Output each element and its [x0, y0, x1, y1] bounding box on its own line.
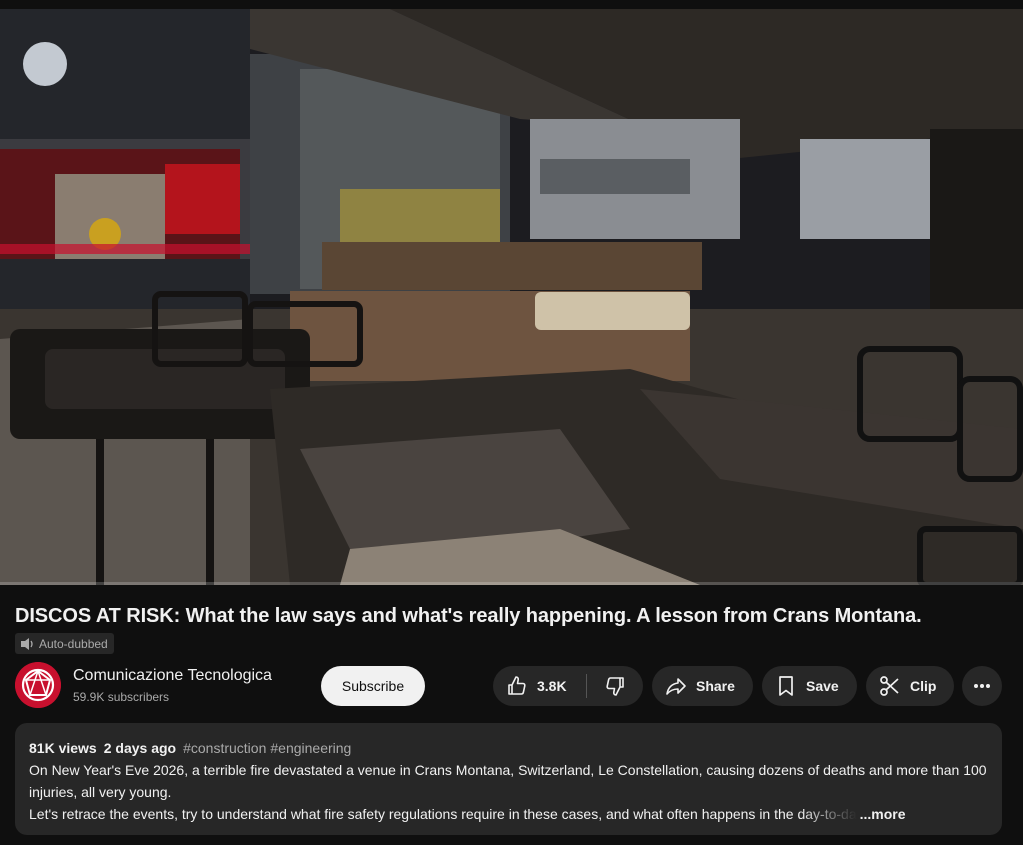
- player-top-bar: [0, 0, 1023, 9]
- channel-avatar[interactable]: [15, 662, 61, 708]
- share-icon: [666, 678, 686, 695]
- description-box[interactable]: 81K views 2 days ago #construction #engi…: [15, 723, 1002, 835]
- upload-date: 2 days ago: [103, 740, 177, 756]
- dub-icon: [21, 637, 33, 650]
- like-dislike-group: 3.8K: [493, 666, 643, 706]
- video-player[interactable]: [0, 0, 1023, 585]
- clip-button[interactable]: Clip: [866, 666, 954, 706]
- like-button[interactable]: 3.8K: [493, 666, 586, 706]
- show-more-link[interactable]: ...more: [860, 803, 906, 825]
- thumbs-up-icon: [508, 676, 526, 695]
- channel-name[interactable]: Comunicazione Tecnologica: [73, 667, 272, 685]
- description-meta: 81K views 2 days ago #construction #engi…: [29, 737, 988, 759]
- hashtag-link[interactable]: #engineering: [270, 737, 351, 759]
- bookmark-icon: [779, 676, 793, 696]
- video-frame[interactable]: [0, 9, 1023, 585]
- share-button[interactable]: Share: [652, 666, 753, 706]
- view-count: 81K views: [29, 740, 97, 756]
- more-horizontal-icon: [974, 684, 990, 688]
- hashtags: #construction #engineering: [183, 737, 351, 759]
- hashtag-link[interactable]: #construction: [183, 737, 266, 759]
- channel-logo-icon: [15, 662, 61, 708]
- save-button[interactable]: Save: [762, 666, 857, 706]
- save-label: Save: [806, 678, 839, 694]
- clip-label: Clip: [910, 678, 937, 694]
- subscriber-count: 59.9K subscribers: [73, 690, 170, 704]
- more-actions-button[interactable]: [962, 666, 1002, 706]
- progress-bar[interactable]: [0, 582, 1023, 585]
- description-text: On New Year's Eve 2026, a terrible fire …: [29, 762, 987, 800]
- description-text-continued: Let's retrace the events, try to underst…: [29, 806, 857, 822]
- auto-dubbed-label: Auto-dubbed: [39, 636, 108, 651]
- share-label: Share: [696, 678, 735, 694]
- auto-dubbed-badge[interactable]: Auto-dubbed: [15, 633, 114, 654]
- like-count: 3.8K: [537, 678, 567, 694]
- subscribe-button[interactable]: Subscribe: [321, 666, 425, 706]
- description-truncated-line: Let's retrace the events, try to underst…: [29, 803, 988, 825]
- dislike-button[interactable]: [587, 666, 643, 706]
- video-title: DISCOS AT RISK: What the law says and wh…: [15, 605, 922, 627]
- video-frame-image: [0, 9, 1023, 585]
- thumbs-down-icon: [606, 677, 624, 696]
- scissors-icon: [880, 676, 899, 696]
